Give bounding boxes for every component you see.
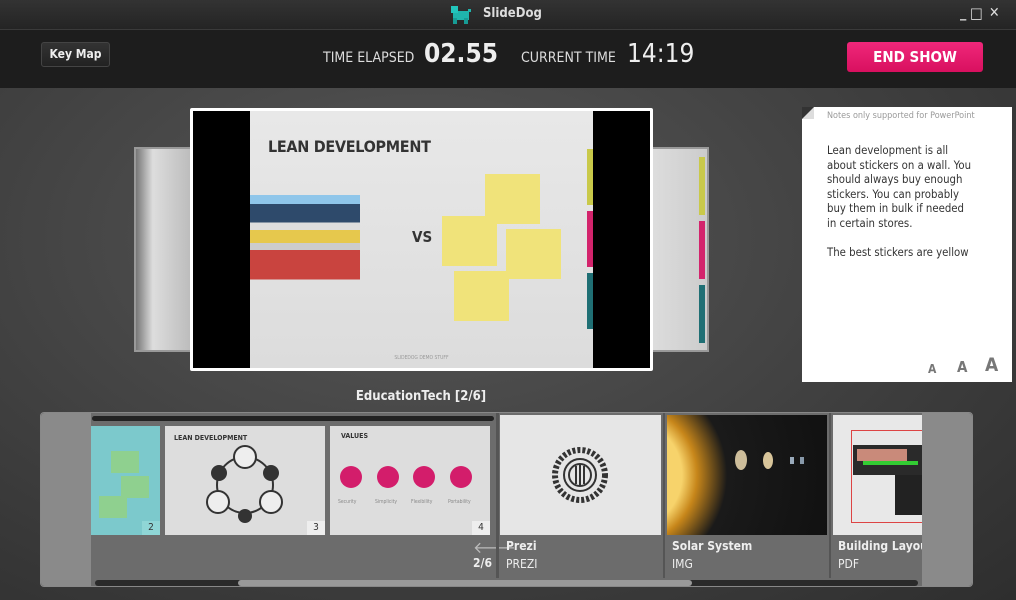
current-slide: LEAN DEVELOPMENT VS SLIDEDOG DEMO STUFF	[190, 108, 653, 371]
next-slide-preview[interactable]	[649, 147, 709, 352]
building-layout-thumbnail[interactable]	[833, 415, 922, 535]
minimize-button[interactable]: _	[960, 5, 966, 21]
notes-text: Lean development is all about stickers o…	[827, 144, 972, 259]
item-name: Prezi	[506, 539, 537, 553]
maximize-button[interactable]: □	[970, 4, 983, 22]
item-type: PDF	[838, 557, 860, 571]
key-map-button[interactable]: Key Map	[41, 42, 110, 67]
vs-text: VS	[412, 228, 433, 246]
speaker-notes-panel: Notes only supported for PowerPoint Lean…	[802, 107, 1012, 382]
group-position: 2/6	[473, 556, 492, 570]
value-label: Simplicity	[375, 499, 397, 505]
cycle-diagram	[206, 445, 283, 523]
previous-slide-preview[interactable]	[134, 147, 194, 352]
time-elapsed-value: 02.55	[424, 39, 498, 69]
group-scrollbar[interactable]	[92, 416, 494, 421]
horizontal-scrollbar[interactable]	[95, 580, 918, 586]
slide-number: 4	[472, 521, 490, 535]
notes-hint: Notes only supported for PowerPoint	[827, 111, 975, 121]
slide-title: LEAN DEVELOPMENT	[268, 137, 431, 156]
close-button[interactable]: ✕	[989, 5, 1000, 21]
thumb-title: VALUES	[341, 432, 368, 440]
page-curl	[802, 107, 814, 119]
current-time-value: 14:19	[627, 39, 695, 69]
font-size-medium-button[interactable]: A	[957, 358, 967, 376]
scroll-left-handle[interactable]	[41, 413, 91, 586]
item-type: PREZI	[506, 557, 538, 571]
item-name: Building Layout	[838, 539, 922, 553]
time-elapsed-label: TIME ELAPSED	[323, 50, 415, 66]
slidedog-logo-icon	[451, 6, 471, 24]
end-show-button[interactable]: END SHOW	[847, 42, 983, 72]
thumb-title: LEAN DEVELOPMENT	[174, 434, 248, 442]
title-bar: SlideDog _ □ ✕	[0, 0, 1016, 30]
slide-thumbnail[interactable]: 2	[91, 426, 160, 535]
slide-number: 2	[142, 521, 160, 535]
scrollbar-thumb[interactable]	[238, 580, 692, 586]
prezi-logo-icon	[552, 447, 608, 503]
slide-thumbnail[interactable]: LEAN DEVELOPMENT 3	[165, 426, 325, 535]
folders-image	[250, 195, 360, 287]
slide-number: 3	[307, 521, 325, 535]
value-label: Portability	[448, 499, 471, 505]
current-time-label: CURRENT TIME	[521, 50, 616, 66]
group-title: EducationTech [2/6]	[355, 389, 487, 404]
app-title: SlideDog	[483, 6, 542, 21]
prezi-thumbnail[interactable]	[500, 415, 661, 535]
value-label: Flexibility	[411, 499, 433, 505]
slide-content: LEAN DEVELOPMENT VS SLIDEDOG DEMO STUFF	[250, 111, 593, 368]
value-label: Security	[338, 499, 357, 505]
slide-footer: SLIDEDOG DEMO STUFF	[394, 355, 449, 361]
solar-system-thumbnail[interactable]	[667, 415, 827, 535]
item-name: Solar System	[672, 539, 753, 553]
font-size-large-button[interactable]: A	[985, 354, 998, 376]
scroll-right-handle[interactable]	[922, 413, 972, 586]
slide-thumbnail[interactable]: VALUES Security Simplicity Flexibility P…	[330, 426, 490, 535]
font-size-small-button[interactable]: A	[928, 362, 936, 376]
item-type: IMG	[672, 557, 693, 571]
